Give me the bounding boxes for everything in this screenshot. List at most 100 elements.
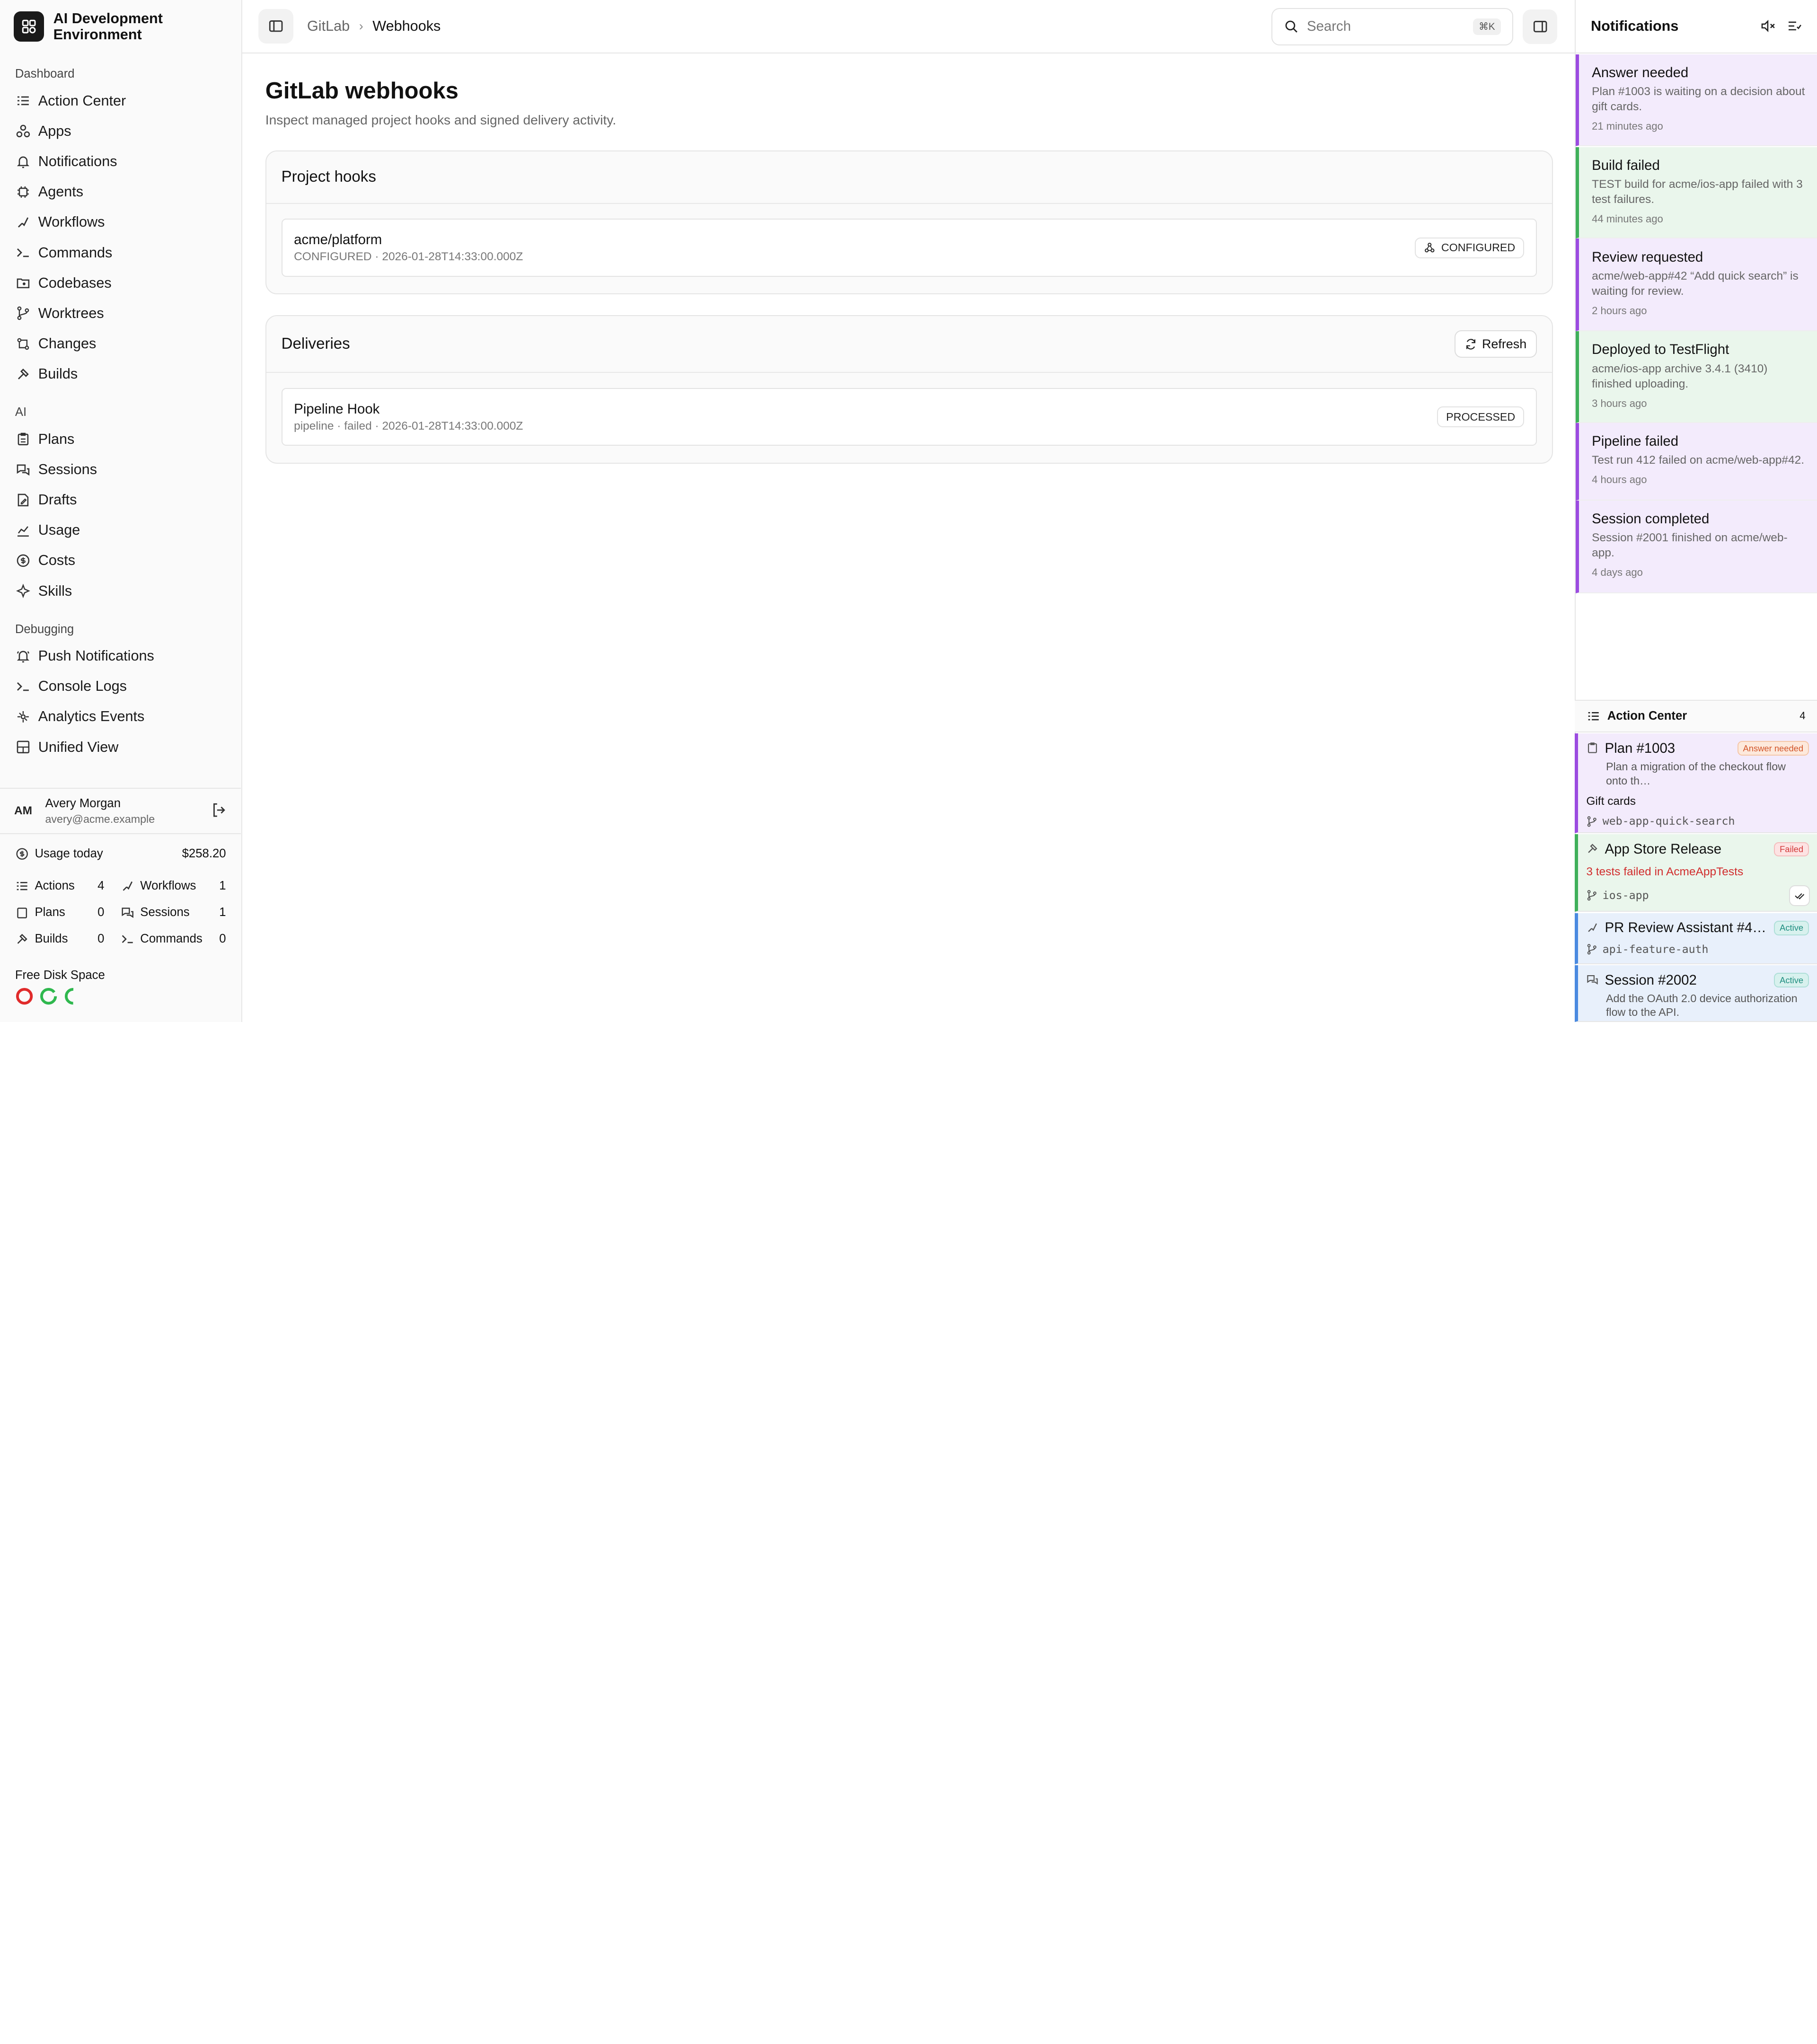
git-compare-icon [15,335,31,352]
sidebar-item-label: Sessions [38,461,97,477]
sparkles-icon [15,583,31,599]
search-input[interactable]: Search ⌘K [1271,8,1514,45]
notification-body: acme/ios-app archive 3.4.1 (3410) finish… [1592,362,1768,390]
action-branch: web-app-quick-search [1602,815,1735,828]
action-title: Session #2002 [1605,972,1697,988]
sidebar-item-sessions[interactable]: Sessions [0,454,241,485]
notification-item[interactable]: Deployed to TestFlight acme/ios-app arch… [1576,331,1817,423]
sidebar-item-label: Skills [38,582,72,599]
sidebar-item-plans[interactable]: Plans [0,424,241,454]
notification-body: Test run 412 failed on acme/web-app#42. [1592,454,1805,467]
stat-label: Actions [35,879,75,892]
stat-label: Plans [35,906,65,919]
sidebar-item-workflows[interactable]: Workflows [0,207,241,238]
action-center-header[interactable]: Action Center 4 [1575,700,1817,732]
breadcrumb-gitlab[interactable]: GitLab [307,18,350,35]
stat-label: Commands [140,932,203,946]
checklist-icon [15,879,29,893]
stat-plans[interactable]: Plans 0 [15,906,121,919]
sidebar-item-usage[interactable]: Usage [0,515,241,546]
sidebar-item-label: Agents [38,184,84,200]
apps-icon [15,123,31,139]
check-double-icon [1795,893,1805,899]
sidebar-item-agents[interactable]: Agents [0,177,241,207]
sidebar-item-changes[interactable]: Changes [0,328,241,359]
sidebar-item-action-center[interactable]: Action Center [0,86,241,116]
notification-item[interactable]: Pipeline failed Test run 412 failed on a… [1576,423,1817,501]
notification-item[interactable]: Build failed TEST build for acme/ios-app… [1576,147,1817,239]
notification-title: Deployed to TestFlight [1592,342,1729,358]
sidebar-item-label: Drafts [38,492,77,508]
sidebar-item-commands[interactable]: Commands [0,238,241,268]
usage-label: Usage today [35,847,103,861]
stat-value: 0 [97,932,105,946]
sidebar-item-builds[interactable]: Builds [0,359,241,389]
acknowledge-button[interactable] [1789,885,1810,907]
nav-section-ai: AI [15,405,27,419]
notifications-header: Notifications [1576,0,1817,53]
notification-time: 2 hours ago [1592,304,1647,317]
mark-all-read-icon[interactable] [1787,18,1802,34]
chat-icon [1586,973,1600,987]
refresh-icon [1466,338,1476,350]
mute-icon[interactable] [1760,18,1775,34]
stat-builds[interactable]: Builds 0 [15,932,121,946]
toggle-panel-button[interactable] [1522,9,1558,44]
hook-name: acme/platform [294,232,382,248]
sidebar-item-costs[interactable]: Costs [0,546,241,576]
notification-item[interactable]: Answer needed Plan #1003 is waiting on a… [1576,54,1817,146]
sidebar-item-label: Unified View [38,739,119,755]
stat-value: 0 [97,906,105,919]
notification-time: 21 minutes ago [1592,120,1663,132]
webhook-icon [1425,243,1435,253]
branch-icon [1586,890,1597,901]
disk-label: Free Disk Space [15,969,105,982]
hammer-icon [15,932,29,946]
stat-workflows[interactable]: Workflows 1 [121,879,226,893]
stat-actions[interactable]: Actions 4 [15,879,121,893]
sidebar-item-console-logs[interactable]: Console Logs [0,671,241,702]
disk-ring-icon [64,988,81,1005]
delivery-row[interactable]: Pipeline Hook pipeline · failed · 2026-0… [281,388,1537,446]
action-item[interactable]: PR Review Assistant #4… Active api-featu… [1575,913,1817,964]
chart-line-icon [15,522,31,538]
sidebar-item-codebases[interactable]: Codebases [0,268,241,298]
action-item[interactable]: App Store Release Failed 3 tests failed … [1575,834,1817,912]
sidebar-item-analytics-events[interactable]: Analytics Events [0,702,241,732]
toggle-sidebar-button[interactable] [258,9,293,44]
stat-commands[interactable]: Commands 0 [121,932,226,946]
logout-icon[interactable] [211,802,229,820]
notification-title: Answer needed [1592,65,1689,81]
action-item[interactable]: Plan #1003 Answer needed Plan a migratio… [1575,733,1817,833]
sidebar: AI Development Environment Dashboard Act… [0,0,242,1022]
hook-row[interactable]: acme/platform CONFIGURED · 2026-01-28T14… [281,219,1537,277]
sidebar-item-drafts[interactable]: Drafts [0,485,241,515]
sidebar-item-label: Analytics Events [38,708,145,725]
sidebar-item-apps[interactable]: Apps [0,116,241,146]
layout-icon [15,739,31,755]
refresh-button[interactable]: Refresh [1454,330,1537,358]
notification-item[interactable]: Review requested acme/web-app#42 “Add qu… [1576,238,1817,332]
user-profile[interactable]: AM Avery Morgan avery@acme.example [0,788,241,835]
notification-body: TEST build for acme/ios-app failed with … [1592,178,1803,206]
sidebar-item-notifications[interactable]: Notifications [0,147,241,177]
sidebar-item-unified-view[interactable]: Unified View [0,732,241,762]
chat-icon [15,461,31,477]
chevron-right-icon: › [359,18,363,33]
stat-sessions[interactable]: Sessions 1 [121,906,226,919]
dollar-circle-icon [15,553,31,569]
notification-title: Pipeline failed [1592,433,1679,449]
action-item[interactable]: Session #2002 Active Add the OAuth 2.0 d… [1575,965,1817,1022]
notification-item[interactable]: Session completed Session #2001 finished… [1576,500,1817,593]
action-branch: api-feature-auth [1602,943,1709,956]
brand[interactable]: AI Development Environment [0,0,241,53]
workflow-icon [121,879,134,893]
search-icon [1285,20,1297,33]
sidebar-item-skills[interactable]: Skills [0,576,241,606]
hammer-icon [1586,842,1600,856]
bell-icon [15,153,31,169]
hammer-icon [15,366,31,382]
sidebar-item-worktrees[interactable]: Worktrees [0,298,241,328]
sidebar-item-push-notifications[interactable]: Push Notifications [0,641,241,671]
app-window: AI Development Environment Dashboard Act… [0,0,1817,1022]
